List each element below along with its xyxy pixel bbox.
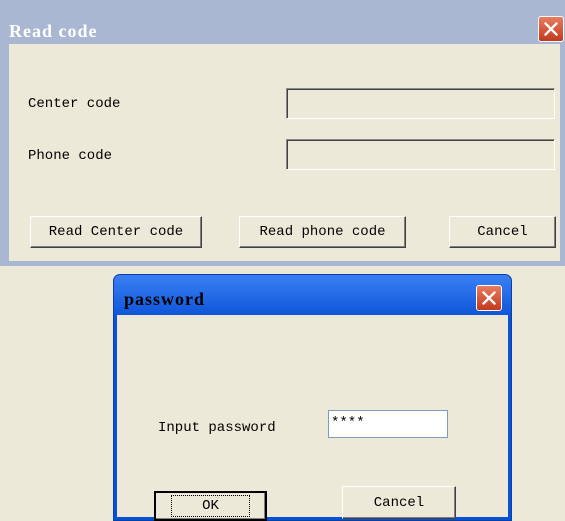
read-code-dialog: Read code Center code Phone code Read Ce…: [0, 0, 565, 266]
dialog-title: password: [124, 289, 206, 309]
ok-button[interactable]: OK: [154, 491, 267, 521]
close-button[interactable]: [476, 285, 502, 311]
read-code-body: Center code Phone code Read Center code …: [9, 44, 560, 261]
phone-code-field[interactable]: [286, 139, 555, 170]
password-body: Input password **** OK Cancel: [117, 315, 508, 521]
read-center-code-button[interactable]: Read Center code: [30, 216, 202, 248]
center-code-label: Center code: [28, 96, 121, 112]
cancel-button[interactable]: Cancel: [342, 486, 456, 519]
input-password-label: Input password: [158, 420, 276, 436]
cancel-button[interactable]: Cancel: [449, 216, 556, 248]
dialog-title: Read code: [9, 21, 98, 41]
password-field[interactable]: ****: [328, 410, 448, 438]
close-button[interactable]: [538, 16, 564, 42]
close-icon: [544, 22, 558, 36]
read-code-titlebar[interactable]: Read code: [0, 0, 565, 44]
phone-code-label: Phone code: [28, 148, 113, 164]
ok-button-label: OK: [171, 495, 250, 517]
close-icon: [482, 291, 496, 305]
password-dialog: password Input password **** OK Cancel: [113, 274, 512, 521]
center-code-field[interactable]: [286, 88, 555, 119]
read-phone-code-button[interactable]: Read phone code: [239, 216, 406, 248]
